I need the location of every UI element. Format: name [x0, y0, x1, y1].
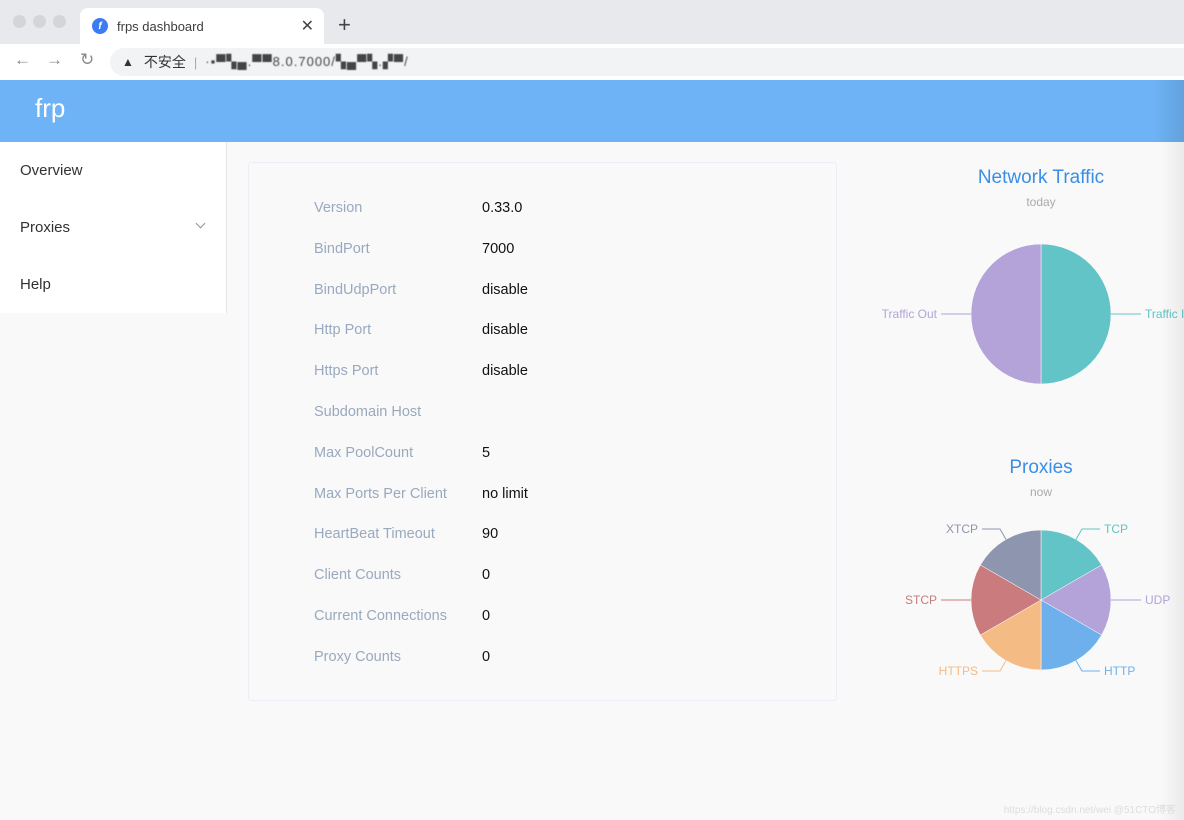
sidebar-item-proxies[interactable]: Proxies [0, 199, 226, 256]
warning-icon[interactable]: ▲ [122, 55, 134, 69]
info-row: Max PoolCount 5 [314, 443, 490, 463]
new-tab-icon[interactable]: + [338, 12, 351, 38]
info-value: disable [482, 281, 528, 298]
sidebar-item-label: Overview [20, 162, 83, 179]
url-separator: | [193, 54, 198, 70]
info-row: Proxy Counts 0 [314, 647, 490, 667]
browser-tab-strip: f frps dashboard ✕ + [0, 0, 1184, 44]
browser-tab[interactable]: f frps dashboard ✕ [80, 8, 324, 44]
info-value: no limit [482, 485, 528, 502]
slice-label: UDP [1145, 593, 1170, 607]
info-value: 0 [482, 608, 491, 624]
address-bar[interactable]: ▲ 不安全 | ·▪▀▚▄.▀▀8.0.7000/▚▄▀▚.▞▀/ [110, 48, 1184, 76]
info-row: HeartBeat Timeout 90 [314, 524, 498, 544]
info-value: 0 [482, 567, 491, 584]
info-row: BindUdpPort disable [314, 280, 528, 300]
info-value: disable [482, 363, 528, 380]
info-row: Https Port disable [314, 361, 528, 381]
info-label: Current Connections [314, 608, 447, 624]
brand-logo[interactable]: frp [35, 93, 65, 124]
info-value: 0 [482, 648, 491, 665]
slice-label: XTCP [946, 522, 978, 536]
slice-label: TCP [1104, 522, 1128, 536]
info-label: Https Port [314, 363, 379, 380]
chart-title: Network Traffic [978, 167, 1104, 188]
info-row: Subdomain Host [314, 402, 482, 422]
url-text[interactable]: ·▪▀▚▄.▀▀8.0.7000/▚▄▀▚.▞▀/ [205, 54, 408, 70]
forward-icon[interactable]: → [46, 50, 63, 70]
info-value: 0.33.0 [482, 200, 523, 216]
tab-title: frps dashboard [117, 18, 204, 34]
info-label: Subdomain Host [314, 404, 422, 420]
info-value: disable [482, 322, 528, 339]
info-label: BindPort [314, 240, 370, 257]
overview-panel: Version 0.33.0 BindPort 7000 BindUdpPort disa… [248, 162, 837, 701]
sidebar-item-label: Proxies [20, 219, 71, 236]
slice-label: Traffic In [1145, 307, 1184, 321]
chevron-down-icon[interactable] [195, 218, 206, 229]
info-label: Http Port [314, 322, 372, 339]
app-header: frp [0, 80, 1184, 142]
chart-subtitle: now [1030, 485, 1052, 499]
back-icon[interactable]: ← [14, 50, 31, 70]
info-value: 5 [482, 444, 491, 461]
chart-subtitle: today [1026, 195, 1055, 209]
slice-label: Traffic Out [882, 307, 938, 321]
favicon-icon: f [92, 18, 108, 34]
window-close-dot[interactable] [13, 15, 26, 28]
info-row: BindPort 7000 [314, 239, 514, 259]
info-row: Http Port disable [314, 320, 528, 340]
pie-slice-traffic-in[interactable] [1040, 243, 1112, 385]
label-line [982, 660, 1007, 672]
watermark: https://blog.csdn.net/wei @51CTO博客 [1003, 805, 1176, 816]
info-row: Max Ports Per Client no limit [314, 484, 528, 504]
pie-slice-traffic-out[interactable] [970, 243, 1042, 385]
info-label: Proxy Counts [314, 648, 402, 665]
info-label: BindUdpPort [314, 281, 397, 298]
browser-toolbar: ← → ↻ ▲ 不安全 | ·▪▀▚▄.▀▀8.0.7000/▚▄▀▚.▞▀/ [0, 44, 1184, 80]
info-row: Current Connections 0 [314, 606, 490, 626]
security-label[interactable]: 不安全 [144, 52, 186, 72]
info-row: Client Counts 0 [314, 565, 490, 585]
info-label: Version [314, 200, 363, 216]
proxies-chart: Proxies now TCP UDP HTTP HTTPS STCP XTCP [905, 457, 1170, 678]
window-minimize-dot[interactable] [33, 15, 46, 28]
chart-title: Proxies [1009, 457, 1072, 478]
sidebar-item-label: Help [20, 276, 51, 293]
close-tab-icon[interactable]: ✕ [301, 16, 314, 36]
info-value: 7000 [482, 240, 515, 257]
network-traffic-chart: Network Traffic today Traffic In Traffic Ou… [882, 167, 1184, 385]
label-line [1075, 660, 1100, 672]
sidebar: Overview Proxies Help [0, 142, 227, 313]
slice-label: HTTP [1104, 664, 1135, 678]
window-zoom-dot[interactable] [53, 15, 66, 28]
info-label: Max PoolCount [314, 444, 414, 461]
sidebar-item-overview[interactable]: Overview [0, 142, 226, 199]
sidebar-item-help[interactable]: Help [0, 256, 226, 313]
slice-label: HTTPS [939, 664, 978, 678]
label-line [982, 528, 1007, 540]
label-line [1075, 528, 1100, 540]
info-value: 90 [482, 526, 499, 543]
info-label: Max Ports Per Client [314, 485, 447, 502]
info-label: HeartBeat Timeout [314, 526, 435, 543]
slice-label: STCP [905, 593, 937, 607]
info-row: Version 0.33.0 [314, 198, 522, 218]
info-label: Client Counts [314, 567, 402, 584]
reload-icon[interactable]: ↻ [80, 50, 94, 70]
